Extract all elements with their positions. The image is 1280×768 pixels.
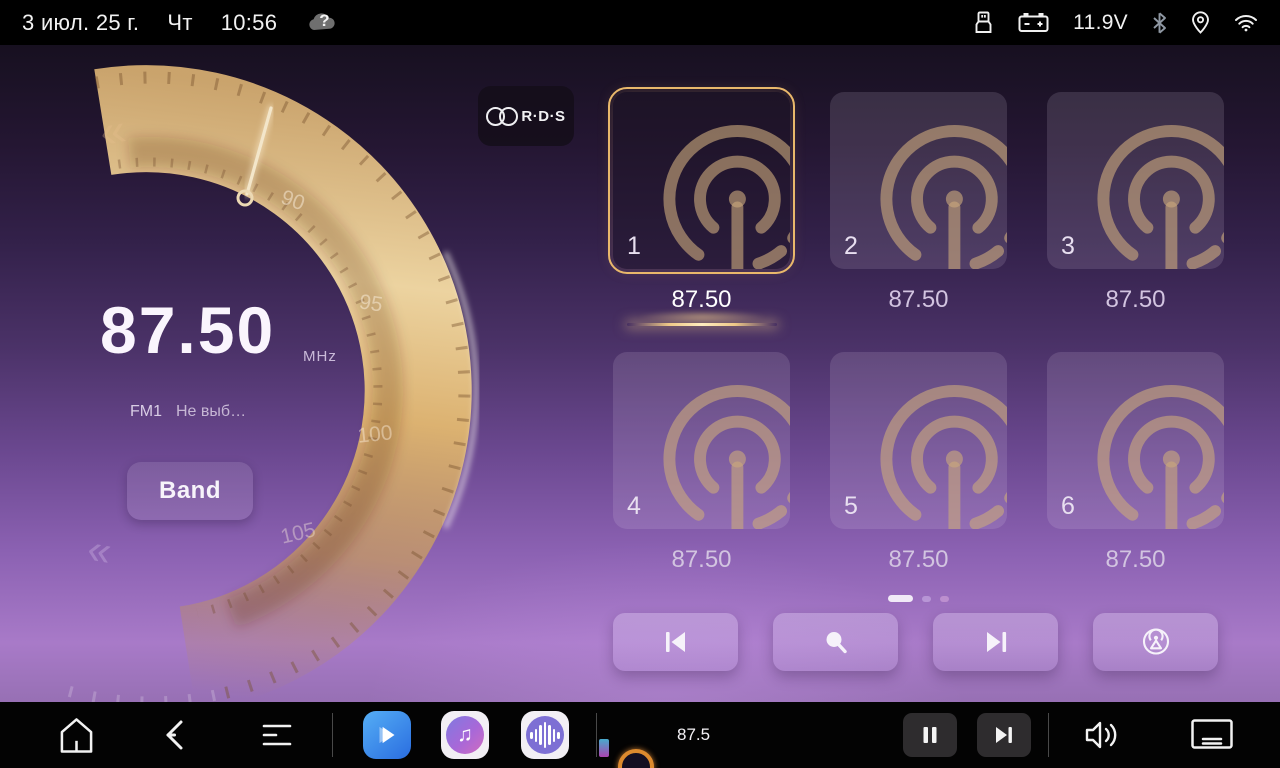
volume-icon xyxy=(1082,717,1124,753)
page-dot-3[interactable] xyxy=(940,596,949,602)
location-icon xyxy=(1191,11,1210,34)
voice-app-button[interactable] xyxy=(521,711,569,759)
pause-button[interactable] xyxy=(903,713,957,757)
preset-6[interactable]: 6 87.50 xyxy=(1047,352,1224,574)
chevron-left-decor-top: « xyxy=(96,102,130,158)
chevron-left-decor-bottom: « xyxy=(84,524,115,574)
antenna-icon xyxy=(649,374,790,529)
page-dot-1[interactable] xyxy=(888,595,913,602)
display-icon xyxy=(1190,718,1234,752)
status-time: 10:56 xyxy=(221,10,278,36)
antenna-icon xyxy=(649,114,790,269)
page-dot-2[interactable] xyxy=(922,596,931,602)
preset-number: 1 xyxy=(627,232,641,261)
preset-5[interactable]: 5 87.50 xyxy=(830,352,1007,574)
station-name: Не выб… xyxy=(176,403,246,421)
preset-3[interactable]: 3 87.50 xyxy=(1047,92,1224,314)
preset-frequency: 87.50 xyxy=(830,546,1007,574)
frequency-unit: MHz xyxy=(303,348,337,365)
home-icon xyxy=(59,715,94,755)
band-button[interactable]: Band xyxy=(127,462,253,520)
preset-number: 5 xyxy=(844,492,858,521)
preset-4[interactable]: 4 87.50 xyxy=(613,352,790,574)
music-note-icon: ♫ xyxy=(446,716,484,754)
preset-page-indicator xyxy=(613,595,1224,602)
battery-voltage: 11.9V xyxy=(1073,11,1128,35)
back-icon xyxy=(160,717,190,753)
nav-divider xyxy=(596,713,597,757)
tuning-dial: 90 95 100 105 « « xyxy=(0,45,520,702)
rds-rings-icon xyxy=(486,107,518,126)
skip-next-button[interactable] xyxy=(933,613,1058,671)
preset-number: 3 xyxy=(1061,232,1075,261)
usb-icon xyxy=(973,11,994,34)
status-date: 3 июл. 25 г. xyxy=(22,10,139,36)
recents-button[interactable] xyxy=(262,720,292,750)
band-name: FM1 xyxy=(130,403,162,421)
car-battery-icon xyxy=(1018,12,1049,33)
dial-label-95: 95 xyxy=(358,290,385,316)
wifi-icon xyxy=(1234,14,1258,32)
dial-label-100: 100 xyxy=(356,421,393,448)
preset-number: 2 xyxy=(844,232,858,261)
recents-icon xyxy=(262,720,292,750)
broadcast-seek-button[interactable] xyxy=(1093,613,1218,671)
preset-frequency: 87.50 xyxy=(830,286,1007,314)
display-off-button[interactable] xyxy=(1190,718,1234,752)
waveform-icon xyxy=(526,716,564,754)
skip-next-icon xyxy=(982,629,1010,655)
preset-frequency: 87.50 xyxy=(1047,286,1224,314)
video-app-button[interactable] xyxy=(363,711,411,759)
status-weekday: Чт xyxy=(167,10,192,36)
back-button[interactable] xyxy=(160,717,190,753)
band-button-label: Band xyxy=(159,477,221,505)
volume-button[interactable] xyxy=(1082,717,1124,753)
nav-divider xyxy=(1048,713,1049,757)
preset-frequency: 87.50 xyxy=(613,286,790,314)
preset-number: 4 xyxy=(627,492,641,521)
skip-previous-button[interactable] xyxy=(613,613,738,671)
search-icon xyxy=(822,629,849,656)
next-track-button[interactable] xyxy=(977,713,1031,757)
dial-label-105: 105 xyxy=(278,518,317,548)
skip-next-icon xyxy=(993,725,1015,745)
antenna-icon xyxy=(866,114,1007,269)
rds-badge: R·D·S xyxy=(478,86,574,146)
preset-1[interactable]: 1 87.50 xyxy=(613,92,790,314)
status-bar: 3 июл. 25 г. Чт 10:56 ? xyxy=(0,0,1280,45)
antenna-icon xyxy=(1083,114,1224,269)
dial-label-90: 90 xyxy=(278,186,308,216)
band-status-line: FM1 Не выб… xyxy=(130,403,246,421)
bottom-nav-bar: ♫ 87.5 xyxy=(0,702,1280,768)
antenna-icon xyxy=(1083,374,1224,529)
weather-question-label: ? xyxy=(319,11,329,31)
preset-frequency: 87.50 xyxy=(613,546,790,574)
antenna-icon xyxy=(866,374,1007,529)
preset-2[interactable]: 2 87.50 xyxy=(830,92,1007,314)
rds-label: R·D·S xyxy=(521,108,565,125)
radio-main-panel: 90 95 100 105 « « R·D·S 87.50 MHz FM1 Не… xyxy=(0,45,1280,702)
radio-app-screen: 3 июл. 25 г. Чт 10:56 ? xyxy=(0,0,1280,768)
preset-frequency: 87.50 xyxy=(1047,546,1224,574)
pause-icon xyxy=(920,725,940,745)
search-button[interactable] xyxy=(773,613,898,671)
bluetooth-icon xyxy=(1152,12,1167,34)
home-button[interactable] xyxy=(59,715,94,755)
music-app-button[interactable]: ♫ xyxy=(441,711,489,759)
dial-needle xyxy=(238,108,271,205)
weather-unknown-icon: ? xyxy=(305,9,341,37)
nav-divider xyxy=(332,713,333,757)
preset-number: 6 xyxy=(1061,492,1075,521)
current-frequency: 87.50 xyxy=(100,292,275,368)
broadcast-icon xyxy=(1140,627,1172,657)
now-playing-frequency: 87.5 xyxy=(677,725,710,745)
play-icon xyxy=(372,720,402,750)
skip-previous-icon xyxy=(662,629,690,655)
